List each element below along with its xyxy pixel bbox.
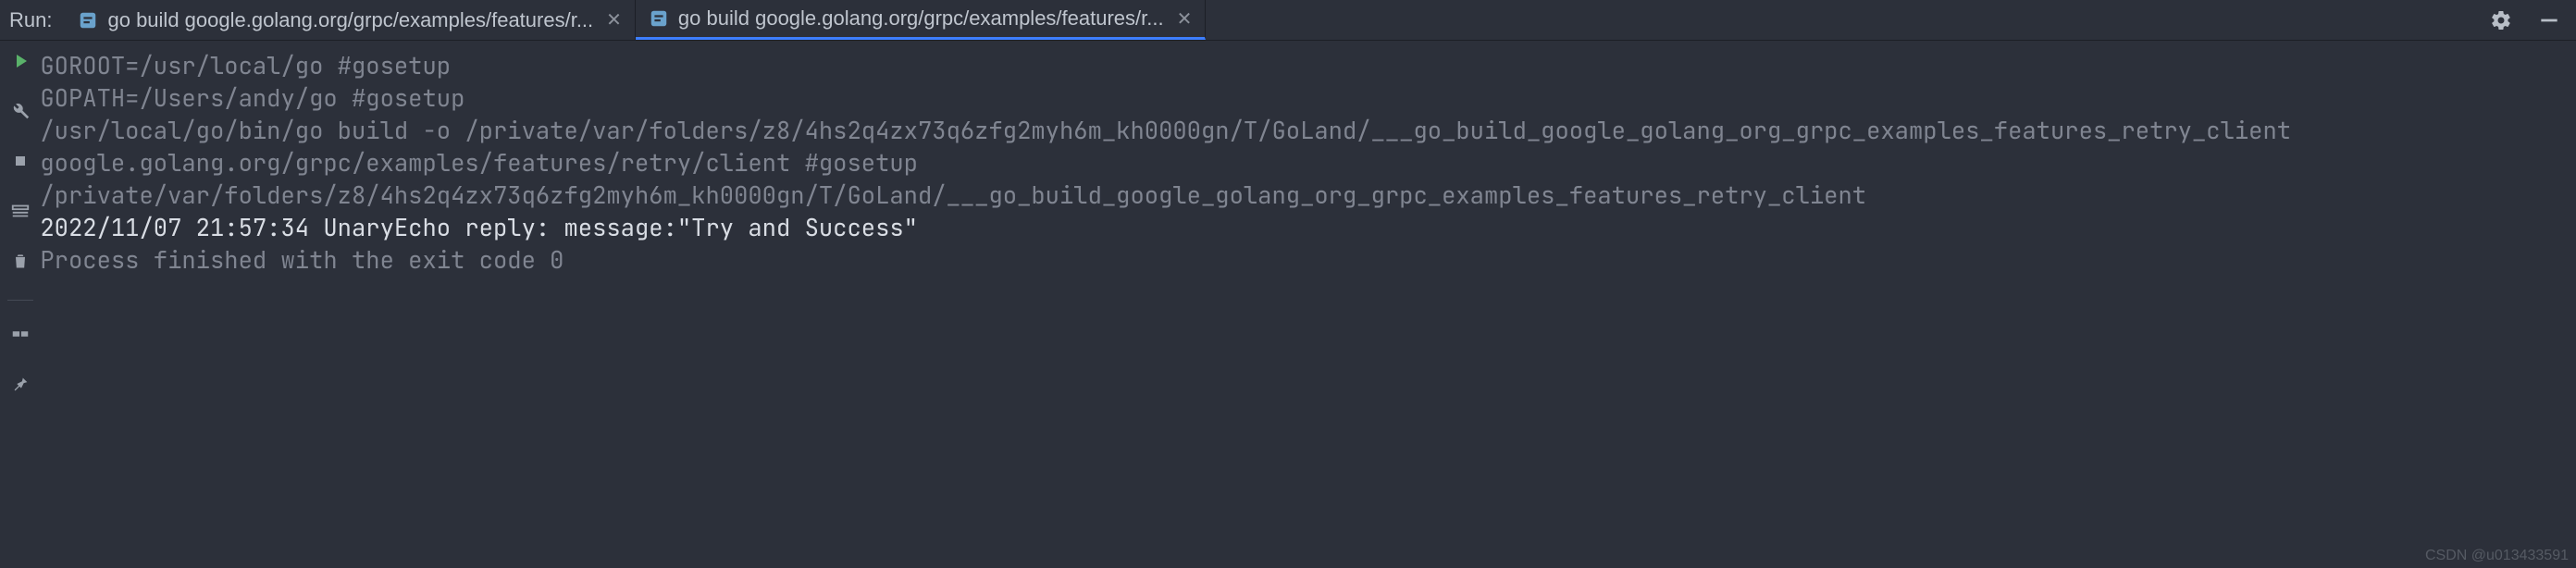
- console-output: GOROOT=/usr/local/go #gosetupGOPATH=/Use…: [40, 41, 2576, 568]
- go-file-icon: [78, 10, 98, 31]
- console-line: 2022/11/07 21:57:34 UnaryEcho reply: mes…: [40, 212, 2565, 244]
- pin-icon: [10, 374, 31, 401]
- split-icon: [10, 324, 31, 351]
- trash-button[interactable]: [5, 250, 36, 278]
- run-tool-gutter: [0, 41, 40, 568]
- trash-icon: [11, 251, 30, 278]
- run-tab-bar: Run: go build google.golang.org/grpc/exa…: [0, 0, 2576, 41]
- go-file-icon: [649, 8, 669, 29]
- layout-icon: [10, 201, 31, 228]
- console-line: GOPATH=/Users/andy/go #gosetup: [40, 82, 2565, 115]
- minimize-icon[interactable]: [2537, 8, 2561, 32]
- stop-button[interactable]: [5, 150, 36, 178]
- run-tab[interactable]: go build google.golang.org/grpc/examples…: [65, 0, 635, 40]
- console-line: /private/var/folders/z8/4hs2q4zx73q6zfg2…: [40, 179, 2565, 212]
- play-icon: [9, 50, 31, 79]
- close-icon[interactable]: ✕: [602, 8, 622, 31]
- layout-button[interactable]: [5, 200, 36, 228]
- run-panel-label: Run:: [0, 0, 65, 40]
- close-icon[interactable]: ✕: [1173, 7, 1193, 31]
- gear-icon[interactable]: [2489, 8, 2513, 32]
- split-button[interactable]: [5, 323, 36, 351]
- run-tab[interactable]: go build google.golang.org/grpc/examples…: [636, 0, 1206, 40]
- pin-button[interactable]: [5, 373, 36, 401]
- watermark: CSDN @u013433591: [2425, 548, 2569, 564]
- run-tab-label: go build google.golang.org/grpc/examples…: [107, 8, 593, 32]
- console-line: /usr/local/go/bin/go build -o /private/v…: [40, 115, 2565, 179]
- console-line: Process finished with the exit code 0: [40, 244, 2565, 277]
- gutter-separator: [7, 300, 33, 301]
- run-button[interactable]: [5, 50, 36, 78]
- run-tab-label: go build google.golang.org/grpc/examples…: [678, 6, 1164, 31]
- console-line: GOROOT=/usr/local/go #gosetup: [40, 50, 2565, 82]
- wrench-icon: [10, 101, 31, 128]
- stop-icon: [11, 151, 30, 177]
- debug-button[interactable]: [5, 100, 36, 128]
